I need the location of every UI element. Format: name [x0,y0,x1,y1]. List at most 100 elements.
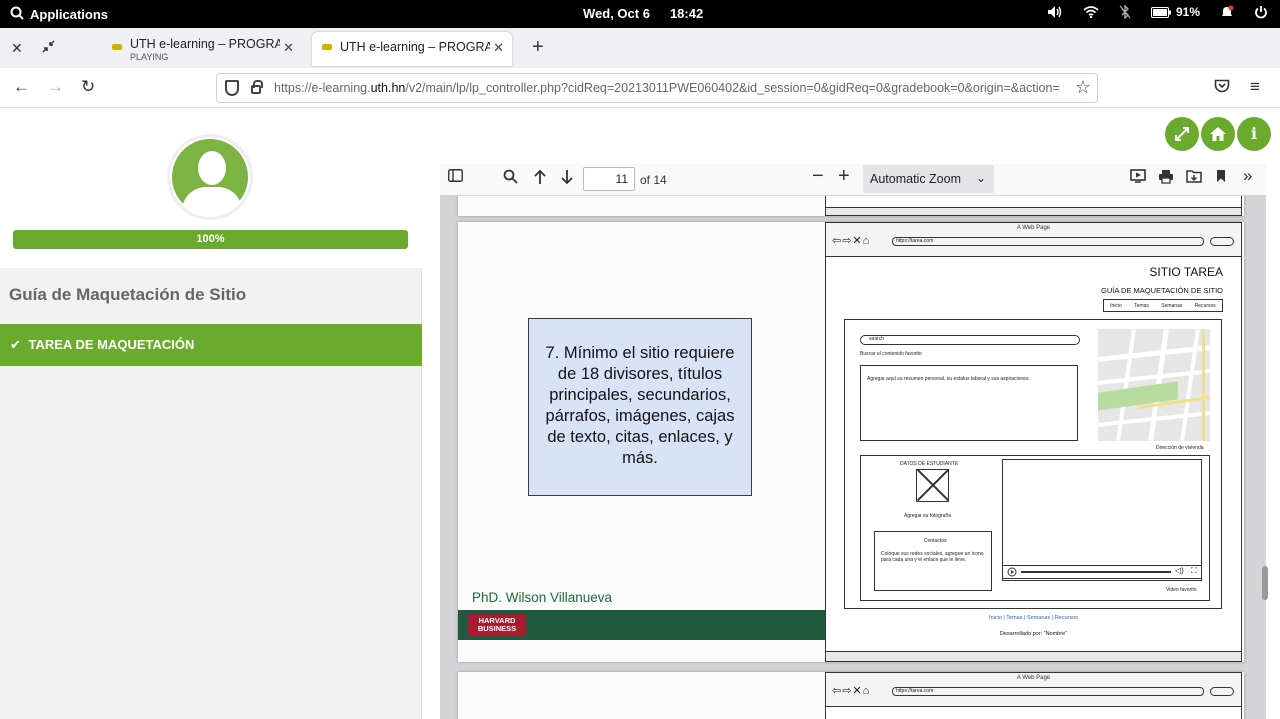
avatar [167,134,253,220]
progress-bar: 100% [13,230,408,249]
site-subtitle: GUÍA DE MAQUETACIÓN DE SITIO [1101,286,1223,295]
student-header: DATOS DE ESTUDIANTE [900,461,959,467]
presentation-mode-icon[interactable] [1130,169,1146,187]
zoom-select-value: Automatic Zoom [870,172,962,186]
applications-menu[interactable]: Applications [10,6,108,23]
battery-indicator: 91% [1150,5,1200,19]
page-number-input[interactable]: 11 [583,167,635,191]
expand-icon [1175,127,1189,141]
system-top-bar: Applications Wed, Oct 6 18:42 91% [0,0,1280,28]
sticky-note: 7. Mínimo el sitio requiere de 18 diviso… [528,318,752,496]
favicon-icon [322,44,332,50]
contacts-title: Contactos [924,538,947,544]
wireframe-window-chrome: A Web Page ⇦⇨✕⌂ https://tarea.com [826,223,1241,257]
tab-title: UTH e-learning – PROGRAMA [340,40,490,54]
close-tab-icon[interactable]: ✕ [283,40,294,56]
course-sidebar: 100% Guía de Maquetación de Sitio ✔ TARE… [0,108,422,719]
video-caption: Video favorito [1166,587,1197,593]
fullscreen-icon: ⛶ [1191,566,1197,575]
content-area: i 11 of 14 − + Automatic Zoom ⌄ » 7. Mín… [423,108,1280,719]
previous-page-icon[interactable] [533,169,547,189]
wireframe-nav-icons: ⇦⇨✕⌂ [832,685,871,697]
pocket-icon[interactable] [1214,79,1230,99]
shield-icon[interactable] [225,80,239,96]
new-tab-icon[interactable]: + [532,36,544,59]
volume-icon: ◁) [1175,566,1184,575]
tools-menu-icon[interactable]: » [1243,166,1252,186]
back-icon[interactable]: ← [13,77,30,97]
close-tab-icon[interactable]: ✕ [493,40,504,56]
forward-icon[interactable]: → [47,77,64,97]
tab-uth-elearning-playing[interactable]: UTH e-learning – PROGRAMA PLAYING ✕ [102,32,302,66]
fullscreen-button[interactable] [1165,117,1199,151]
restore-window-icon[interactable] [42,40,55,56]
bookmark-icon[interactable] [1216,169,1226,187]
system-tray[interactable]: 91% [1047,5,1268,19]
clock[interactable]: Wed, Oct 6 18:42 [583,6,703,21]
tab-uth-elearning-active[interactable]: UTH e-learning – PROGRAMA ✕ [312,32,512,66]
close-window-icon[interactable]: ✕ [11,40,23,57]
next-page-icon[interactable] [560,169,574,189]
search-caption: Buscar el contenido favorito [860,351,922,357]
save-icon[interactable] [1186,169,1202,187]
search-icon [10,6,24,23]
menu-icon[interactable]: ≡ [1250,77,1260,97]
note-text: 7. Mínimo el sitio requiere de 18 diviso… [545,344,735,467]
profile-section: 100% [0,108,422,268]
wireframe-search-pill [1210,237,1234,246]
wireframe-address: https://tarea.com [892,237,1204,246]
notifications-icon [1220,5,1234,19]
photo-caption: Agregar su fotografía [904,513,951,519]
volume-icon [1047,5,1063,19]
wireframe-footer-credit: Desarrollado por: "Nombre" [999,631,1068,637]
pdf-page-previous [458,196,1244,216]
slide-left-panel: 7. Mínimo el sitio requiere de 18 diviso… [458,222,825,662]
info-icon: i [1250,124,1258,143]
progress-label: 100% [196,233,225,245]
home-icon [1210,127,1226,141]
site-title: SITIO TAREA [1149,265,1223,279]
home-button[interactable] [1201,117,1235,151]
map-image [1098,329,1210,441]
find-icon[interactable] [503,169,518,188]
date-label: Wed, Oct 6 [583,6,650,21]
tab-title: UTH e-learning – PROGRAMA [130,37,280,51]
zoom-out-icon[interactable]: − [812,165,824,188]
video-player-box [1002,459,1202,581]
website-wireframe: A Web Page ⇦⇨✕⌂ https://tarea.com SITIO … [825,222,1242,662]
bookmark-star-icon[interactable]: ☆ [1075,77,1091,98]
print-icon[interactable] [1158,169,1174,188]
info-button[interactable]: i [1237,117,1271,151]
battery-percent: 91% [1175,5,1200,19]
favicon-icon [112,44,122,50]
lock-icon[interactable] [251,80,263,94]
wireframe-footer-links: Inicio | Temas | Semanas | Recursos [989,615,1078,621]
sidebar-toggle-icon[interactable] [448,169,463,186]
sidebar-item-tarea[interactable]: ✔ TAREA DE MAQUETACIÓN [0,324,422,366]
pdf-page-11: 7. Mínimo el sitio requiere de 18 diviso… [458,222,1244,662]
harvard-business-logo: HARVARD BUSINESS [468,614,526,636]
address-bar[interactable]: https://e-learning.uth.hn/v2/main/lp/lp_… [216,73,1098,103]
checkmark-icon: ✔ [10,337,21,352]
page-count-label: of 14 [640,173,667,187]
site-menu: Inicio Temas Semanas Recursos [1103,299,1223,312]
summary-box: Agregar aquí su resumen personal, su est… [860,365,1078,441]
author-name: PhD. Wilson Villanueva [472,590,613,605]
wireframe-window-title: A Web Page [1016,225,1051,231]
pdf-toolbar: 11 of 14 − + Automatic Zoom ⌄ » [440,164,1266,196]
footer-band: HARVARD BUSINESS [458,610,825,640]
photo-placeholder-icon [916,469,949,502]
contacts-text: Coloque sus redes sociales, agregue un i… [881,551,984,563]
pdf-document-area[interactable]: 7. Mínimo el sitio requiere de 18 diviso… [440,196,1266,719]
bluetooth-off-icon [1119,5,1131,19]
zoom-select[interactable]: Automatic Zoom ⌄ [863,165,994,193]
browser-tab-bar: ✕ UTH e-learning – PROGRAMA PLAYING ✕ UT… [0,28,1280,68]
wireframe-nav-icons: ⇦⇨✕⌂ [832,235,871,247]
battery-icon [1150,6,1171,18]
reload-icon[interactable]: ↻ [81,77,95,97]
applications-label: Applications [30,7,109,22]
power-icon [1254,5,1268,19]
url-text[interactable]: https://e-learning.uth.hn/v2/main/lp/lp_… [274,81,1069,95]
page-scrollbar-thumb[interactable] [1262,566,1268,600]
zoom-in-icon[interactable]: + [838,165,850,188]
